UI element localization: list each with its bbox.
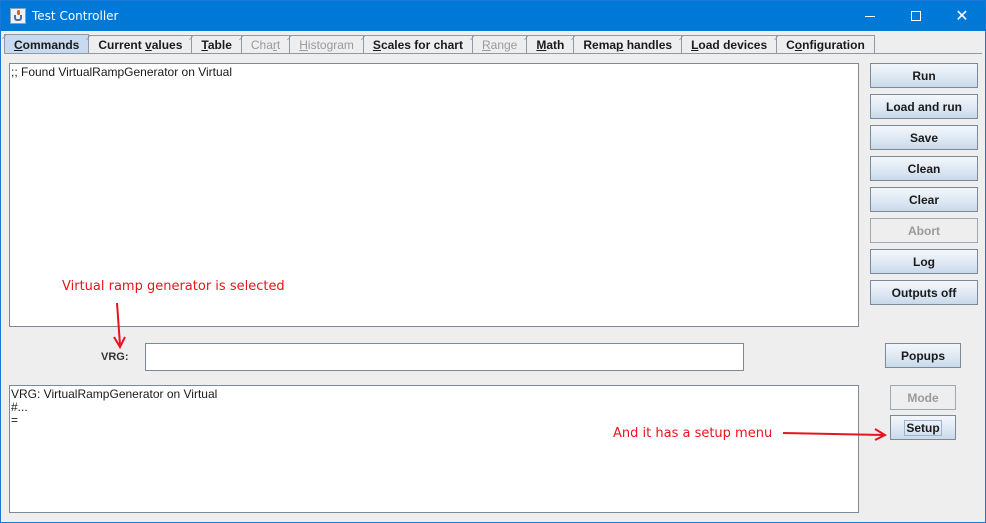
- maximize-icon: [911, 11, 921, 21]
- log-button[interactable]: Log: [870, 249, 978, 274]
- test-controller-window: Test Controller ✕ Commands Current values…: [0, 0, 986, 523]
- tab-math[interactable]: Math: [527, 35, 575, 54]
- tab-label: Histogram: [299, 38, 354, 52]
- annotation-selected-note: Virtual ramp generator is selected: [62, 279, 285, 294]
- minimize-button[interactable]: [847, 1, 893, 31]
- load-and-run-button[interactable]: Load and run: [870, 94, 978, 119]
- tab-table[interactable]: Table: [192, 35, 242, 54]
- tab-label: Range: [481, 38, 518, 52]
- tab-current-values[interactable]: Current values: [89, 35, 193, 54]
- annotation-arrow-down: [113, 302, 126, 350]
- clean-button[interactable]: Clean: [870, 156, 978, 181]
- close-button[interactable]: ✕: [939, 1, 985, 31]
- popups-button[interactable]: Popups: [885, 343, 961, 368]
- clear-button[interactable]: Clear: [870, 187, 978, 212]
- java-app-icon: [10, 8, 26, 24]
- tab-chart[interactable]: Chart: [241, 35, 291, 54]
- mode-button[interactable]: Mode: [890, 385, 956, 410]
- annotation-setup-note: And it has a setup menu: [613, 426, 773, 441]
- device-command-input[interactable]: [145, 343, 744, 371]
- save-button[interactable]: Save: [870, 125, 978, 150]
- tab-commands[interactable]: Commands: [4, 34, 90, 54]
- window-title: Test Controller: [32, 9, 119, 23]
- tab-label: Remap handles: [583, 38, 673, 52]
- tab-label: Chart: [250, 38, 281, 52]
- run-button[interactable]: Run: [870, 63, 978, 88]
- setup-button-label: Setup: [904, 419, 942, 436]
- device-output-textarea[interactable]: VRG: VirtualRampGenerator on Virtual #..…: [9, 385, 859, 513]
- annotation-arrow-right: [782, 428, 888, 441]
- tab-label: Scales for chart: [372, 38, 463, 52]
- tab-bar: Commands Current values Table Chart Histogra…: [4, 34, 875, 54]
- tab-remap-handles[interactable]: Remap handles: [574, 35, 683, 54]
- tab-load-devices[interactable]: Load devices: [682, 35, 778, 54]
- tab-label: Load devices: [691, 38, 768, 52]
- outputs-off-button[interactable]: Outputs off: [870, 280, 978, 305]
- setup-button[interactable]: Setup: [890, 415, 956, 440]
- tab-panel-border: [4, 53, 982, 54]
- minimize-icon: [865, 15, 875, 17]
- tab-label: Table: [201, 38, 232, 52]
- tab-histogram[interactable]: Histogram: [290, 35, 364, 54]
- tab-range[interactable]: Range: [472, 35, 528, 54]
- tab-scales-for-chart[interactable]: Scales for chart: [363, 35, 473, 54]
- maximize-button[interactable]: [893, 1, 939, 31]
- tab-label: Math: [536, 38, 565, 52]
- tab-label: Current values: [98, 38, 183, 52]
- device-label: VRG:: [101, 351, 129, 363]
- abort-button[interactable]: Abort: [870, 218, 978, 243]
- tab-label: Configuration: [786, 38, 865, 52]
- tab-configuration[interactable]: Configuration: [777, 35, 875, 54]
- tab-label: Commands: [14, 38, 80, 52]
- close-icon: ✕: [955, 6, 969, 25]
- title-bar[interactable]: Test Controller ✕: [1, 1, 985, 31]
